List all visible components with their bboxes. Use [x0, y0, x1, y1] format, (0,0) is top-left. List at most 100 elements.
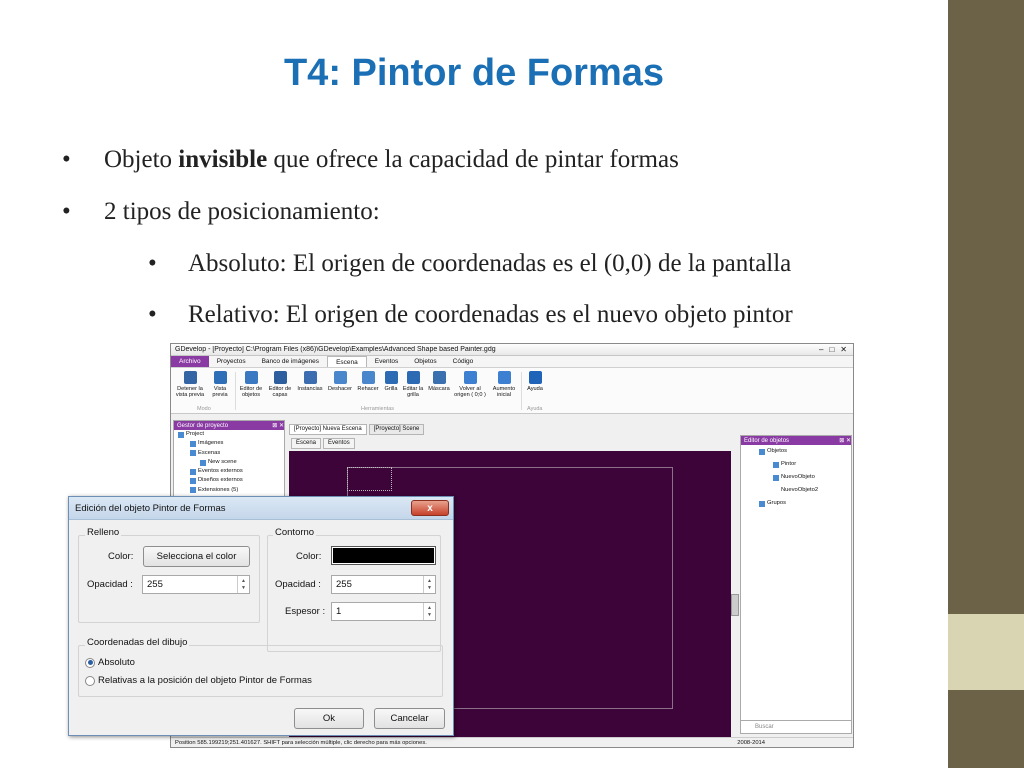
- ribbon-separator: [235, 372, 236, 410]
- ribbon-group-ayuda: Ayuda: [527, 406, 543, 412]
- mask-button[interactable]: Máscara: [426, 371, 452, 392]
- tree-item-nuevoobjeto[interactable]: NuevoObjeto: [745, 471, 851, 484]
- bullet-dot: •: [148, 250, 157, 277]
- outline-opacity-label: Opacidad :: [275, 579, 321, 590]
- object-editor-icon: [244, 371, 258, 384]
- bullet-dot: •: [62, 146, 71, 173]
- dialog-title: Edición del objeto Pintor de Formas: [75, 502, 226, 514]
- scene-icon: [200, 459, 206, 466]
- bullet-2-text: 2 tipos de posicionamiento:: [104, 198, 380, 225]
- project-manager-panel: Gestor de proyecto ⊠ ✕ Project Imágenes E…: [173, 420, 285, 500]
- fill-select-color-button[interactable]: Selecciona el color: [143, 546, 250, 567]
- stepper-arrows-icon[interactable]: ▲ ▼: [423, 576, 435, 593]
- canvas-scrollbar[interactable]: [731, 594, 739, 616]
- menu-escena[interactable]: Escena: [327, 356, 367, 367]
- object-editor-label: Editor de objetos: [239, 386, 263, 398]
- origin-icon: [463, 371, 477, 384]
- stop-preview-button[interactable]: Detener la vista previa: [175, 371, 205, 398]
- outline-group-label: Contorno: [273, 527, 317, 538]
- dialog-close-button[interactable]: x: [411, 500, 449, 516]
- redo-button[interactable]: Rehacer: [355, 371, 381, 392]
- tree-item-groups[interactable]: Grupos: [745, 497, 851, 510]
- tree-item-nuevoobjeto2[interactable]: NuevoObjeto2: [745, 484, 851, 497]
- tree-item-pintor[interactable]: Pintor: [745, 458, 851, 471]
- outline-opacity-stepper[interactable]: 255 ▲ ▼: [331, 575, 436, 594]
- cancel-button[interactable]: Cancelar: [374, 708, 445, 729]
- object-editor-panel: Editor de objetos ⊠ ✕ Objetos Pintor Nuev…: [740, 435, 852, 725]
- tree-item-objects[interactable]: Objetos: [745, 445, 851, 458]
- bullet-1-post: que ofrece la capacidad de pintar formas: [267, 146, 679, 173]
- instances-icon: [303, 371, 317, 384]
- dialog-titlebar: Edición del objeto Pintor de Formas x: [69, 497, 453, 520]
- tree-label: Extensiones (5): [198, 486, 239, 493]
- menu-objetos[interactable]: Objetos: [406, 356, 444, 367]
- stop-preview-icon: [183, 371, 197, 384]
- preview-button[interactable]: Vista previa: [207, 371, 233, 398]
- panel-close-icon[interactable]: ⊠ ✕: [839, 437, 851, 444]
- instances-label: Instancias: [297, 386, 323, 392]
- grid-button[interactable]: Grilla: [381, 371, 401, 392]
- initial-zoom-button[interactable]: Aumento inicial: [488, 371, 520, 398]
- fill-group-label: Relleno: [85, 527, 122, 538]
- outline-color-swatch[interactable]: [331, 546, 436, 565]
- mask-icon: [432, 371, 446, 384]
- radio-circle: [85, 657, 95, 668]
- menu-codigo[interactable]: Código: [445, 356, 482, 367]
- redo-icon: [361, 371, 375, 384]
- outline-opacity-value: 255: [336, 579, 352, 590]
- tree-item-external-layouts[interactable]: Diseños externos: [178, 476, 284, 485]
- extensions-icon: [190, 487, 196, 494]
- tree-item-extensions[interactable]: Extensiones (5): [178, 486, 284, 495]
- maximize-icon[interactable]: □: [829, 345, 834, 354]
- stepper-arrows-icon[interactable]: ▲ ▼: [423, 603, 435, 620]
- radio-absolute-label: Absoluto: [98, 657, 135, 668]
- menu-bar: Archivo Proyectos Banco de imágenes Esce…: [171, 356, 853, 368]
- tree-item-project[interactable]: Project: [178, 430, 284, 439]
- coordinates-group-label: Coordenadas del dibujo: [85, 637, 190, 648]
- help-icon: [528, 371, 542, 384]
- scenes-icon: [190, 450, 196, 457]
- panel-close-icon[interactable]: ⊠ ✕: [272, 422, 284, 429]
- stop-preview-label: Detener la vista previa: [175, 386, 205, 398]
- help-button[interactable]: Ayuda: [523, 371, 547, 392]
- undo-label: Deshacer: [328, 386, 352, 392]
- subtab-escena[interactable]: Escena: [291, 438, 322, 449]
- edit-grid-button[interactable]: Editar la grilla: [401, 371, 425, 398]
- ok-button[interactable]: Ok: [294, 708, 364, 729]
- tab-nueva-escena[interactable]: [Proyecto] Nueva Escena: [289, 424, 367, 435]
- subtab-eventos[interactable]: Eventos: [323, 438, 355, 449]
- tree-item-scenes[interactable]: Escenas: [178, 449, 284, 458]
- painter-object-selection[interactable]: [347, 467, 392, 491]
- radio-relative[interactable]: Relativas a la posición del objeto Pinto…: [85, 675, 312, 686]
- undo-button[interactable]: Deshacer: [326, 371, 354, 392]
- layer-editor-label: Editor de capas: [268, 386, 292, 398]
- instances-button[interactable]: Instancias: [295, 371, 325, 392]
- radio-absolute[interactable]: Absoluto: [85, 657, 135, 668]
- menu-proyectos[interactable]: Proyectos: [209, 356, 254, 367]
- minimize-icon[interactable]: –: [819, 345, 823, 354]
- groups-icon: [759, 500, 765, 507]
- ribbon-group-herramientas: Herramientas: [361, 406, 395, 412]
- object-editor-button[interactable]: Editor de objetos: [237, 371, 265, 398]
- tree-item-images[interactable]: Imágenes: [178, 439, 284, 448]
- tree-item-external-events[interactable]: Eventos externos: [178, 467, 284, 476]
- fill-opacity-stepper[interactable]: 255 ▲ ▼: [142, 575, 250, 594]
- tree-label: NuevoObjeto: [781, 474, 815, 480]
- outline-thickness-stepper[interactable]: 1 ▲ ▼: [331, 602, 436, 621]
- menu-eventos[interactable]: Eventos: [367, 356, 407, 367]
- slide-title: T4: Pintor de Formas: [283, 52, 665, 94]
- close-icon[interactable]: ✕: [840, 345, 847, 354]
- menu-archivo[interactable]: Archivo: [171, 356, 209, 367]
- layer-editor-button[interactable]: Editor de capas: [266, 371, 294, 398]
- undo-icon: [333, 371, 347, 384]
- status-copyright: 2008-2014: [737, 739, 765, 746]
- grid-label: Grilla: [384, 386, 398, 392]
- tab-scene[interactable]: [Proyecto] Scene: [368, 424, 425, 435]
- radio-selected-dot: [87, 660, 93, 665]
- stepper-arrows-icon[interactable]: ▲ ▼: [237, 576, 249, 593]
- back-to-origin-button[interactable]: Volver al origen ( 0;0 ): [453, 371, 487, 398]
- menu-banco-imagenes[interactable]: Banco de imágenes: [254, 356, 327, 367]
- tree-item-new-scene[interactable]: New scene: [178, 458, 284, 467]
- ribbon-toolbar: Detener la vista previa Vista previa Edi…: [171, 368, 853, 414]
- object-search-input[interactable]: Buscar: [740, 720, 852, 734]
